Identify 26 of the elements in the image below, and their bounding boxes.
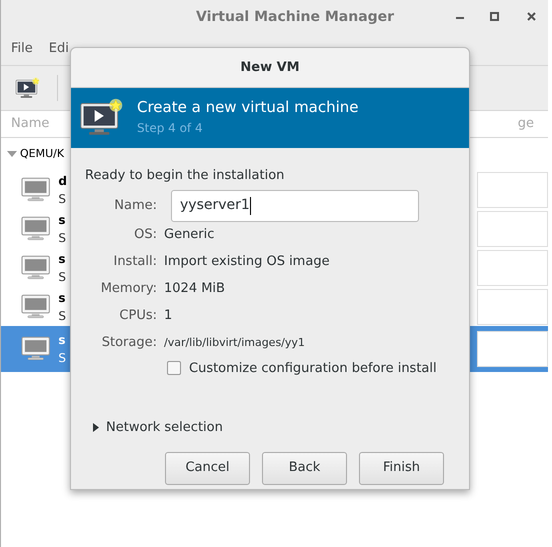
vm-name: s [58, 332, 66, 349]
detail-value: /var/lib/libvirt/images/yy1 [164, 334, 305, 351]
detail-value: Import existing OS image [164, 253, 330, 272]
vm-status: S [58, 350, 66, 367]
vm-name: s [58, 212, 66, 228]
detail-label: Storage: [100, 334, 157, 352]
window-title: Virtual Machine Manager [196, 8, 394, 27]
vm-name: s [58, 250, 66, 268]
vm-status: S [58, 190, 66, 208]
detail-value: Generic [164, 226, 214, 244]
vm-name: s [58, 290, 66, 306]
section-heading: Ready to begin the installation [85, 167, 286, 185]
vm-name: d [58, 172, 67, 190]
vm-status: S [58, 308, 66, 324]
vm-status: S [58, 230, 66, 246]
banner-step: Step 4 of 4 [137, 117, 359, 139]
vm-status: S [58, 268, 66, 286]
detail-value: 1024 MiB [164, 280, 225, 298]
banner-title: Create a new virtual machine [137, 97, 359, 117]
detail-label: Memory: [100, 280, 157, 298]
detail-value: 1 [164, 307, 172, 326]
detail-label: CPUs: [118, 307, 157, 326]
field-label: Name: [113, 196, 157, 215]
dialog-title: New VM [240, 58, 300, 77]
detail-label: Install: [112, 253, 157, 272]
detail-label: OS: [133, 226, 157, 244]
